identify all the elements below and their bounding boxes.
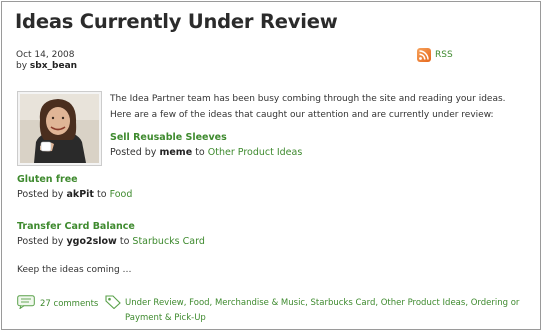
byline-prefix: by — [16, 61, 28, 71]
idea-user[interactable]: akPit — [66, 189, 94, 200]
to-label: to — [119, 236, 130, 247]
closing-text: Keep the ideas coming … — [17, 265, 132, 275]
idea-item: Sell Reusable Sleeves Posted by meme to … — [110, 132, 302, 158]
post-author[interactable]: sbx_bean — [30, 61, 77, 71]
post-byline: by sbx_bean — [16, 61, 77, 72]
idea-category[interactable]: Food — [110, 189, 133, 200]
idea-posted-by: Posted by akPit to Food — [17, 189, 132, 200]
rss-link[interactable]: RSS — [417, 48, 453, 62]
idea-category[interactable]: Other Product Ideas — [208, 147, 303, 158]
post-container: Ideas Currently Under Review Oct 14, 200… — [1, 1, 541, 330]
post-meta: Oct 14, 2008 by sbx_bean — [16, 50, 77, 72]
to-label: to — [97, 189, 107, 200]
tags-line-1[interactable]: Under Review, Food, Merchandise & Music,… — [125, 296, 525, 311]
posted-by-label: Posted by — [17, 236, 64, 247]
comments-count: 27 comments — [40, 298, 99, 309]
idea-item: Transfer Card Balance Posted by ygo2slow… — [17, 221, 205, 247]
rss-icon — [417, 48, 431, 62]
tags-line-2[interactable]: Payment & Pick-Up — [125, 311, 525, 326]
idea-user[interactable]: meme — [159, 147, 192, 158]
intro-line-2: Here are a few of the ideas that caught … — [110, 110, 494, 120]
post-title[interactable]: Ideas Currently Under Review — [15, 10, 338, 33]
post-intro: The Idea Partner team has been busy comb… — [110, 91, 530, 123]
idea-category[interactable]: Starbucks Card — [132, 236, 204, 247]
author-photo — [17, 91, 102, 166]
idea-posted-by: Posted by ygo2slow to Starbucks Card — [17, 236, 205, 247]
idea-title[interactable]: Sell Reusable Sleeves — [110, 132, 302, 143]
post-tags: Under Review, Food, Merchandise & Music,… — [125, 296, 525, 326]
posted-by-label: Posted by — [17, 189, 64, 200]
rss-label: RSS — [435, 50, 453, 60]
tag-icon — [105, 295, 121, 312]
post-date: Oct 14, 2008 — [16, 50, 75, 60]
posted-by-label: Posted by — [110, 147, 157, 158]
intro-line-1: The Idea Partner team has been busy comb… — [110, 94, 506, 104]
idea-title[interactable]: Transfer Card Balance — [17, 221, 205, 232]
idea-posted-by: Posted by meme to Other Product Ideas — [110, 147, 302, 158]
idea-item: Gluten free Posted by akPit to Food — [17, 174, 132, 200]
to-label: to — [195, 147, 205, 158]
comments-icon — [17, 295, 35, 312]
idea-user[interactable]: ygo2slow — [66, 236, 116, 247]
comments-link[interactable]: 27 comments — [17, 295, 98, 312]
idea-title[interactable]: Gluten free — [17, 174, 132, 185]
